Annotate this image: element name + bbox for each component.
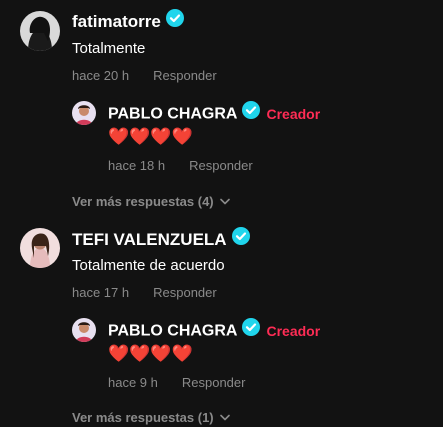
- creator-badge: Creador: [266, 322, 321, 339]
- view-more-replies-label: Ver más respuestas (4): [72, 194, 214, 209]
- reply-button[interactable]: Responder: [153, 68, 217, 83]
- reply-button[interactable]: Responder: [189, 158, 253, 173]
- verified-badge-icon: [231, 227, 250, 250]
- avatar[interactable]: [20, 228, 60, 268]
- avatar[interactable]: [20, 11, 60, 51]
- reply-button[interactable]: Responder: [182, 375, 246, 390]
- username[interactable]: PABLO CHAGRA Creador: [108, 101, 321, 126]
- comment-text: Totalmente: [72, 40, 146, 57]
- view-more-replies-label: Ver más respuestas (1): [72, 410, 214, 425]
- comment-text: ❤️❤️❤️❤️: [108, 127, 193, 146]
- comment-text: ❤️❤️❤️❤️: [108, 344, 193, 363]
- verified-badge-icon: [165, 9, 184, 32]
- verified-badge-icon: [242, 318, 261, 341]
- comment-meta: hace 9 h Responder: [108, 375, 245, 390]
- timestamp: hace 18 h: [108, 158, 166, 173]
- verified-badge-icon: [242, 101, 261, 124]
- chevron-down-icon: [219, 193, 230, 208]
- timestamp: hace 9 h: [108, 375, 158, 390]
- avatar[interactable]: [72, 318, 96, 342]
- comment-meta: hace 20 h Responder: [72, 68, 217, 83]
- timestamp: hace 20 h: [72, 68, 130, 83]
- username[interactable]: TEFI VALENZUELA: [72, 227, 250, 252]
- view-more-replies-button[interactable]: Ver más respuestas (4): [72, 194, 230, 209]
- comment-meta: hace 17 h Responder: [72, 285, 217, 300]
- comment-text: Totalmente de acuerdo: [72, 257, 225, 274]
- username[interactable]: fatimatorre: [72, 9, 184, 34]
- comment-meta: hace 18 h Responder: [108, 158, 253, 173]
- creator-badge: Creador: [266, 105, 321, 122]
- chevron-down-icon: [219, 409, 230, 424]
- view-more-replies-button[interactable]: Ver más respuestas (1): [72, 410, 230, 425]
- username[interactable]: PABLO CHAGRA Creador: [108, 318, 321, 343]
- timestamp: hace 17 h: [72, 285, 130, 300]
- reply-button[interactable]: Responder: [153, 285, 217, 300]
- avatar[interactable]: [72, 101, 96, 125]
